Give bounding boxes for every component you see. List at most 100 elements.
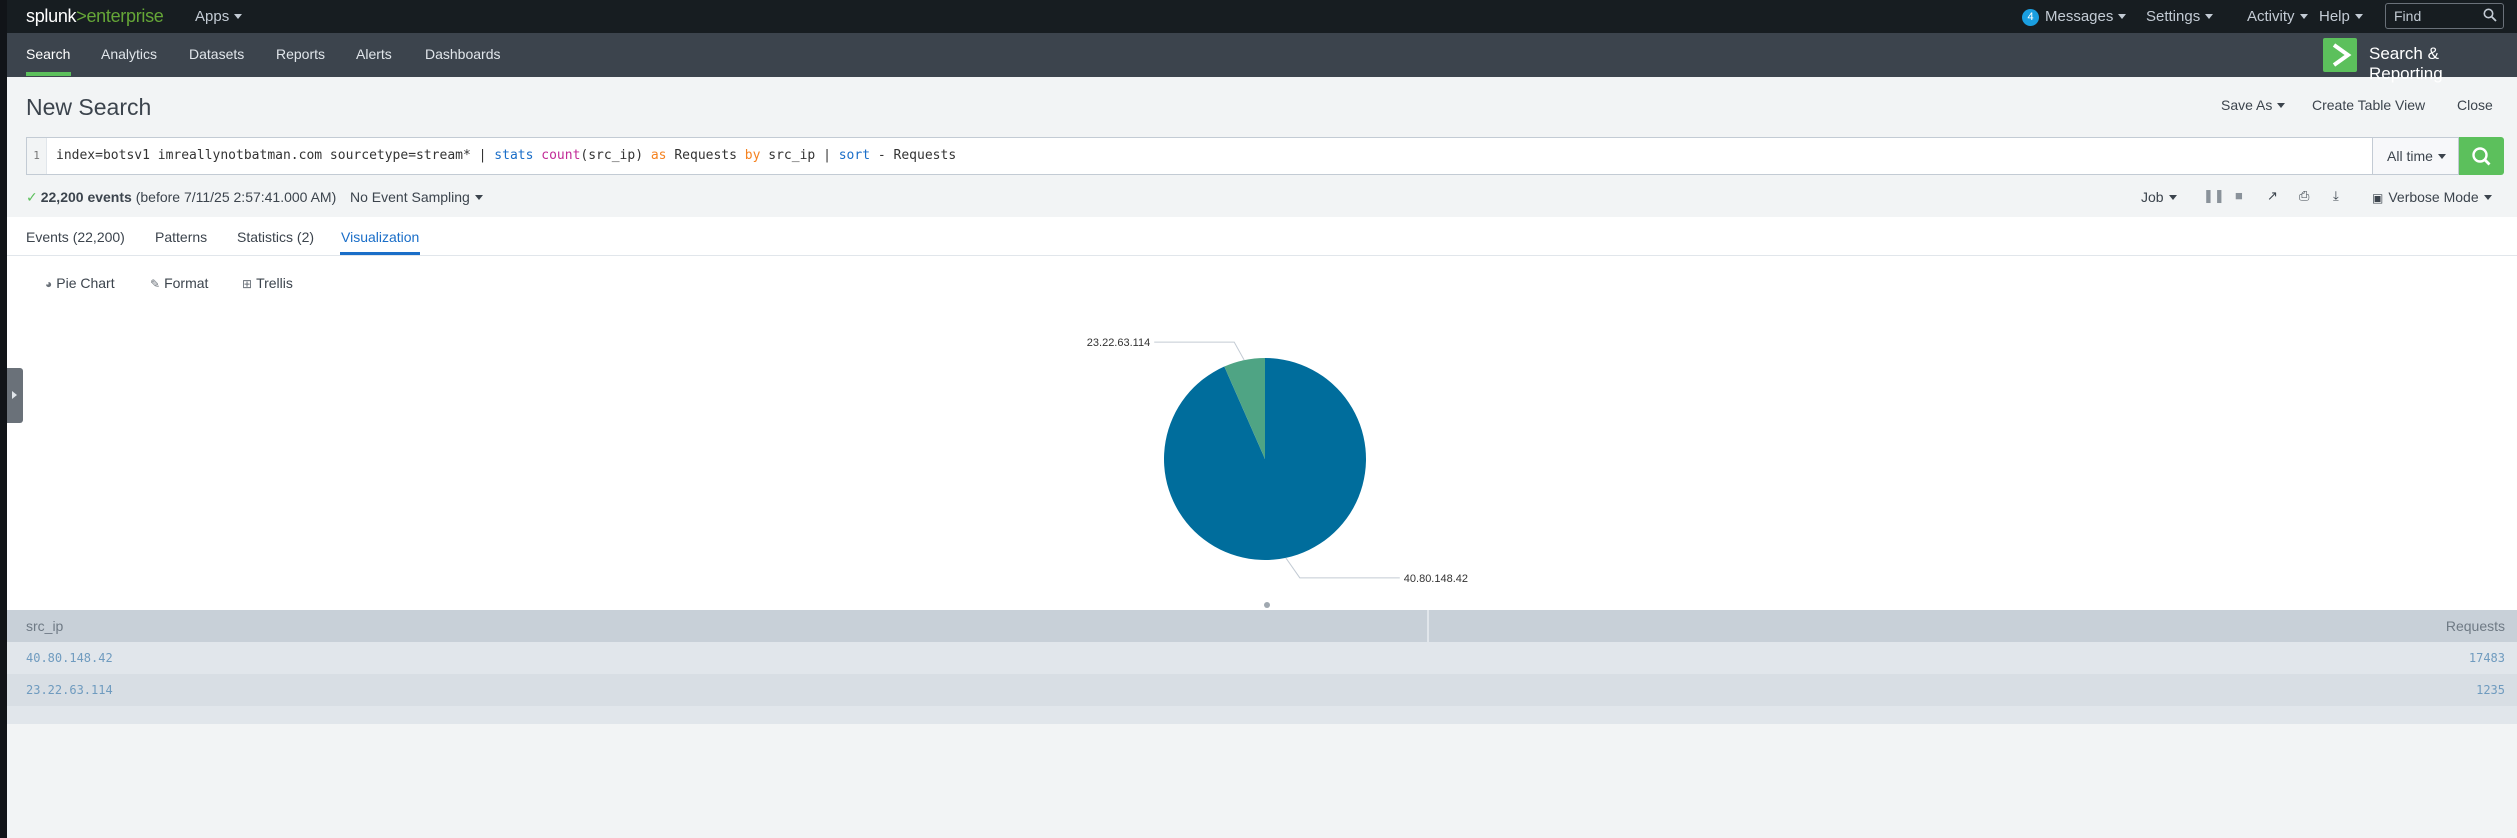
- job-menu[interactable]: Job: [2141, 189, 2177, 205]
- find-placeholder: Find: [2394, 8, 2422, 24]
- mode-icon: ▣: [2372, 191, 2384, 205]
- tab-events[interactable]: Events (22,200): [26, 229, 125, 245]
- create-table-view-button[interactable]: Create Table View: [2312, 97, 2425, 113]
- cell-src-ip[interactable]: 40.80.148.42: [26, 642, 113, 674]
- app-logo-icon[interactable]: [2323, 38, 2357, 72]
- nav-item-analytics[interactable]: Analytics: [101, 46, 157, 62]
- app-title[interactable]: Search & Reporting: [2369, 44, 2517, 84]
- chevron-down-icon: [234, 14, 243, 19]
- panel-resize-handle[interactable]: [1264, 602, 1270, 608]
- export-icon[interactable]: ⤓: [2333, 188, 2339, 204]
- cell-requests[interactable]: 17483: [2469, 642, 2505, 674]
- mode-label: Verbose Mode: [2388, 189, 2479, 205]
- active-nav-indicator: [26, 72, 71, 76]
- chevron-down-icon: [2299, 14, 2308, 19]
- query-command: stats: [494, 148, 534, 163]
- results-table: src_ip Requests 40.80.148.42 17483 23.22…: [7, 610, 2517, 724]
- query-keyword: by: [744, 148, 761, 163]
- chevron-down-icon: [2277, 103, 2286, 108]
- save-as-label: Save As: [2221, 97, 2273, 113]
- pie-chart: 40.80.148.42 23.22.63.114: [1087, 337, 1468, 585]
- nav-item-dashboards[interactable]: Dashboards: [425, 46, 501, 62]
- chevron-down-icon: [2354, 14, 2363, 19]
- cell-src-ip[interactable]: 23.22.63.114: [26, 674, 113, 706]
- query-segment: index=botsv1 imreallynotbatman.com sourc…: [56, 148, 495, 163]
- tab-visualization[interactable]: Visualization: [341, 229, 419, 245]
- query-segment: - Requests: [870, 148, 957, 163]
- results-tab-bar: Events (22,200) Patterns Statistics (2) …: [7, 217, 2517, 256]
- find-input[interactable]: Find: [2385, 3, 2504, 29]
- search-status: ✓ 22,200 events (before 7/11/25 2:57:41.0…: [26, 189, 336, 206]
- chevron-down-icon: [2483, 195, 2492, 200]
- nav-item-reports[interactable]: Reports: [276, 46, 325, 62]
- activity-label: Activity: [2247, 8, 2295, 25]
- tab-statistics[interactable]: Statistics (2): [237, 229, 314, 245]
- search-query-editor[interactable]: 1 index=botsv1 imreallynotbatman.com sou…: [26, 137, 2373, 175]
- line-number: 1: [27, 138, 47, 174]
- search-icon: [2483, 8, 2497, 25]
- splunk-logo[interactable]: splunk>enterprise: [26, 6, 164, 27]
- settings-menu[interactable]: Settings: [2146, 8, 2214, 25]
- apps-menu[interactable]: Apps: [195, 8, 243, 25]
- print-icon[interactable]: ⎙: [2299, 188, 2309, 204]
- time-range-label: All time: [2387, 148, 2433, 164]
- top-bar: splunk>enterprise Apps 4 Messages Setting…: [0, 0, 2517, 33]
- chevron-down-icon: [2205, 14, 2214, 19]
- chevron-down-icon: [2437, 154, 2446, 159]
- settings-label: Settings: [2146, 8, 2201, 25]
- nav-item-alerts[interactable]: Alerts: [356, 46, 392, 62]
- page-title: New Search: [26, 94, 152, 120]
- event-sampling-dropdown[interactable]: No Event Sampling: [350, 189, 483, 205]
- logo-splunk-text: splunk: [26, 6, 77, 26]
- table-row: 40.80.148.42 17483: [7, 642, 2517, 674]
- sampling-label: No Event Sampling: [350, 189, 470, 205]
- help-label: Help: [2319, 8, 2350, 25]
- messages-count-badge: 4: [2022, 9, 2039, 26]
- save-as-button[interactable]: Save As: [2221, 97, 2286, 113]
- logo-chevron: >: [76, 6, 87, 26]
- table-row: 23.22.63.114 1235: [7, 674, 2517, 706]
- visualization-panel: ◕ Pie Chart ✎ Format ⊞ Trellis 40.80.148.42…: [7, 256, 2517, 610]
- search-mode-dropdown[interactable]: ▣ Verbose Mode: [2372, 189, 2492, 205]
- search-query-text[interactable]: index=botsv1 imreallynotbatman.com sourc…: [56, 148, 956, 163]
- help-menu[interactable]: Help: [2319, 8, 2363, 25]
- pie-label: 23.22.63.114: [1087, 337, 1150, 349]
- chevron-down-icon: [2168, 195, 2177, 200]
- pie-label: 40.80.148.42: [1404, 573, 1468, 585]
- empty-area: [7, 724, 2517, 838]
- cell-requests[interactable]: 1235: [2476, 674, 2505, 706]
- search-icon: [2472, 147, 2491, 166]
- event-time-bound: (before 7/11/25 2:57:41.000 AM): [135, 189, 337, 205]
- active-tab-indicator: [340, 252, 420, 255]
- stop-icon[interactable]: ■: [2235, 188, 2243, 203]
- job-label: Job: [2141, 189, 2164, 205]
- sidebar-toggle-handle[interactable]: [7, 368, 23, 423]
- nav-item-search[interactable]: Search: [26, 46, 70, 62]
- column-header-src-ip[interactable]: src_ip: [7, 610, 1428, 642]
- query-command: sort: [838, 148, 871, 163]
- activity-menu[interactable]: Activity: [2247, 8, 2308, 25]
- query-keyword: as: [650, 148, 667, 163]
- event-count: 22,200 events: [40, 189, 132, 205]
- time-range-picker[interactable]: All time: [2373, 137, 2459, 175]
- close-button[interactable]: Close: [2457, 97, 2493, 113]
- search-button[interactable]: [2459, 137, 2504, 175]
- column-header-requests[interactable]: Requests: [1429, 610, 2517, 642]
- messages-menu[interactable]: 4 Messages: [2022, 8, 2127, 26]
- logo-enterprise-text: enterprise: [86, 6, 164, 26]
- pie-leader-line: [1285, 557, 1400, 579]
- tab-patterns[interactable]: Patterns: [155, 229, 207, 245]
- query-segment: src_ip |: [760, 148, 839, 163]
- query-segment: (src_ip): [580, 148, 651, 163]
- left-edge-strip: [0, 0, 7, 838]
- apps-label: Apps: [195, 8, 230, 25]
- pause-icon[interactable]: ❚❚: [2203, 188, 2225, 204]
- share-icon[interactable]: ↗: [2267, 188, 2278, 204]
- query-function: count: [541, 148, 581, 163]
- checkmark-icon: ✓: [26, 189, 38, 205]
- chevron-down-icon: [2118, 14, 2127, 19]
- query-segment: Requests: [666, 148, 745, 163]
- messages-label: Messages: [2045, 8, 2114, 25]
- nav-item-datasets[interactable]: Datasets: [189, 46, 244, 62]
- chevron-down-icon: [474, 195, 483, 200]
